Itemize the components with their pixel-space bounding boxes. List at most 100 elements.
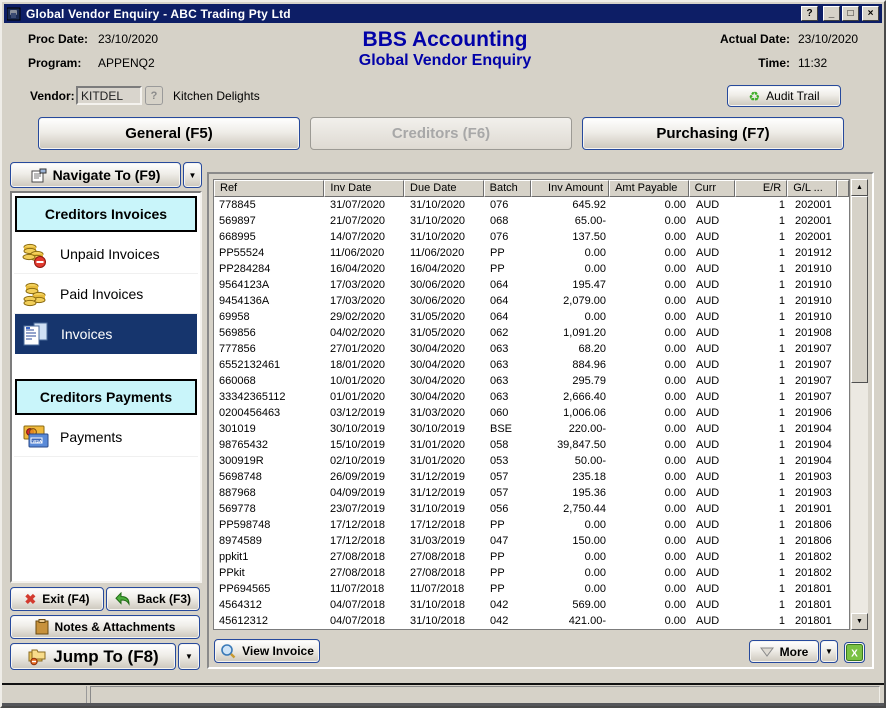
jump-to-label: Jump To (F8) [53, 647, 158, 667]
table-row[interactable]: 655213246118/01/202030/04/2020063884.960… [214, 357, 849, 373]
table-cell: 0.00 [611, 309, 691, 325]
notes-attachments-button[interactable]: Notes & Attachments [10, 615, 200, 639]
table-cell: 047 [485, 533, 533, 549]
table-row[interactable]: 020045646303/12/201931/03/20200601,006.0… [214, 405, 849, 421]
table-cell: 0.00 [611, 293, 691, 309]
table-row[interactable]: 56985604/02/202031/05/20200621,091.200.0… [214, 325, 849, 341]
column-header[interactable]: G/L ... [787, 180, 837, 197]
column-header[interactable]: Inv Date [324, 180, 404, 197]
column-header[interactable]: Ref [214, 180, 324, 197]
vendor-code-input[interactable] [76, 86, 142, 105]
table-cell: 0.00 [611, 389, 691, 405]
table-row[interactable]: 6995829/02/202031/05/20200640.000.00AUD1… [214, 309, 849, 325]
table-cell: 1 [738, 261, 790, 277]
table-cell: AUD [691, 293, 738, 309]
minimize-button[interactable]: _ [823, 6, 840, 21]
tab-purchasing[interactable]: Purchasing (F7) [582, 117, 844, 150]
table-row[interactable]: 66006810/01/202030/04/2020063295.790.00A… [214, 373, 849, 389]
table-row[interactable]: 88796804/09/201931/12/2019057195.360.00A… [214, 485, 849, 501]
table-row[interactable]: 66899514/07/202031/10/2020076137.500.00A… [214, 229, 849, 245]
column-header[interactable]: Batch [484, 180, 532, 197]
table-cell: 2,750.44 [533, 501, 611, 517]
sidebar-item-paid-invoices[interactable]: Paid Invoices [14, 274, 198, 314]
table-row[interactable]: 30101930/10/201930/10/2019BSE220.00-0.00… [214, 421, 849, 437]
table-cell: 235.18 [533, 469, 611, 485]
column-header[interactable]: Due Date [404, 180, 484, 197]
table-row[interactable]: PP28428416/04/202016/04/2020PP0.000.00AU… [214, 261, 849, 277]
table-row[interactable]: ppkit127/08/201827/08/2018PP0.000.00AUD1… [214, 549, 849, 565]
table-row[interactable]: PP59874817/12/201817/12/2018PP0.000.00AU… [214, 517, 849, 533]
sidebar-item-label: Payments [60, 429, 122, 445]
table-row[interactable]: 56977823/07/201931/10/20190562,750.440.0… [214, 501, 849, 517]
table-row[interactable]: 897458917/12/201831/03/2019047150.000.00… [214, 533, 849, 549]
jump-to-dropdown[interactable]: ▼ [178, 643, 200, 670]
section-creditors-payments: Creditors Payments [15, 379, 197, 415]
view-invoice-button[interactable]: View Invoice [214, 639, 320, 663]
export-excel-button[interactable]: X [844, 642, 865, 663]
column-header[interactable]: Inv Amount [531, 180, 609, 197]
table-cell: 201801 [790, 581, 840, 597]
table-cell: 1 [738, 405, 790, 421]
table-row[interactable]: 569874826/09/201931/12/2019057235.180.00… [214, 469, 849, 485]
table-cell: 04/07/2018 [325, 613, 405, 629]
table-row[interactable]: 77884531/07/202031/10/2020076645.920.00A… [214, 197, 849, 213]
help-button[interactable]: ? [801, 6, 818, 21]
table-cell: 1 [738, 581, 790, 597]
scroll-down-icon[interactable]: ▼ [851, 613, 868, 630]
audit-trail-button[interactable]: ♻ Audit Trail [727, 85, 841, 107]
table-cell: 0.00 [611, 533, 691, 549]
table-row[interactable]: 456431204/07/201831/10/2018042569.000.00… [214, 597, 849, 613]
table-row[interactable]: 9876543215/10/201931/01/202005839,847.50… [214, 437, 849, 453]
table-cell: 31/07/2020 [325, 197, 405, 213]
back-button[interactable]: Back (F3) [106, 587, 200, 611]
table-row[interactable]: 3334236511201/01/202030/04/20200632,666.… [214, 389, 849, 405]
table-cell: 27/08/2018 [325, 549, 405, 565]
vertical-scrollbar[interactable]: ▲ ▼ [851, 179, 868, 630]
table-cell: 057 [485, 469, 533, 485]
table-row[interactable]: 77785627/01/202030/04/202006368.200.00AU… [214, 341, 849, 357]
table-row[interactable]: PPkit27/08/201827/08/2018PP0.000.00AUD12… [214, 565, 849, 581]
more-dropdown[interactable]: ▼ [820, 640, 838, 663]
more-button[interactable]: More [749, 640, 819, 663]
table-row[interactable]: PP5552411/06/202011/06/2020PP0.000.00AUD… [214, 245, 849, 261]
vendor-lookup-button[interactable]: ? [145, 86, 163, 105]
maximize-button[interactable]: □ [842, 6, 859, 21]
table-cell: 1 [738, 613, 790, 629]
column-header[interactable]: E/R [735, 180, 787, 197]
table-cell: AUD [691, 581, 738, 597]
time-label: Time: [758, 56, 790, 70]
navigate-to-dropdown[interactable]: ▼ [183, 162, 202, 188]
table-row[interactable]: 4561231204/07/201831/10/2018042421.00-0.… [214, 613, 849, 629]
table-row[interactable]: 56989721/07/202031/10/202006865.00-0.00A… [214, 213, 849, 229]
table-row[interactable]: 9564123A17/03/202030/06/2020064195.470.0… [214, 277, 849, 293]
table-cell: 1 [738, 517, 790, 533]
table-row[interactable]: 300919R02/10/201931/01/202005350.00-0.00… [214, 453, 849, 469]
sidebar-item-unpaid-invoices[interactable]: Unpaid Invoices [14, 234, 198, 274]
jump-to-button[interactable]: Jump To (F8) [10, 643, 176, 670]
column-header[interactable]: Curr [689, 180, 736, 197]
table-cell: AUD [691, 597, 738, 613]
close-button[interactable]: × [862, 6, 879, 21]
table-cell: 31/05/2020 [405, 325, 485, 341]
tab-creditors: Creditors (F6) [310, 117, 572, 150]
sidebar-item-payments[interactable]: VISA Payments [14, 417, 198, 457]
sidebar-item-invoices[interactable]: Invoices [15, 314, 197, 354]
table-cell: 28/06/2018 [325, 629, 405, 630]
table-cell: AUD [691, 453, 738, 469]
table-cell: 11/07/2018 [325, 581, 405, 597]
table-row[interactable]: PP69456511/07/201811/07/2018PP0.000.00AU… [214, 581, 849, 597]
actual-date-value: 23/10/2020 [798, 32, 868, 46]
table-row[interactable]: 45621228/06/201828/06/2018041500.100.00A… [214, 629, 849, 630]
table-row[interactable]: 9454136A17/03/202030/06/20200642,079.000… [214, 293, 849, 309]
column-header[interactable]: Amt Payable [609, 180, 689, 197]
exit-button[interactable]: ✖ Exit (F4) [10, 587, 104, 611]
back-label: Back (F3) [137, 592, 191, 606]
scrollbar-thumb[interactable] [851, 196, 868, 383]
tab-general[interactable]: General (F5) [38, 117, 300, 150]
table-cell: 29/02/2020 [325, 309, 405, 325]
invoice-icon [21, 319, 51, 349]
table-cell: 884.96 [533, 357, 611, 373]
navigate-to-button[interactable]: Navigate To (F9) [10, 162, 181, 188]
scroll-up-icon[interactable]: ▲ [851, 179, 868, 196]
table-cell: 31/03/2019 [405, 533, 485, 549]
